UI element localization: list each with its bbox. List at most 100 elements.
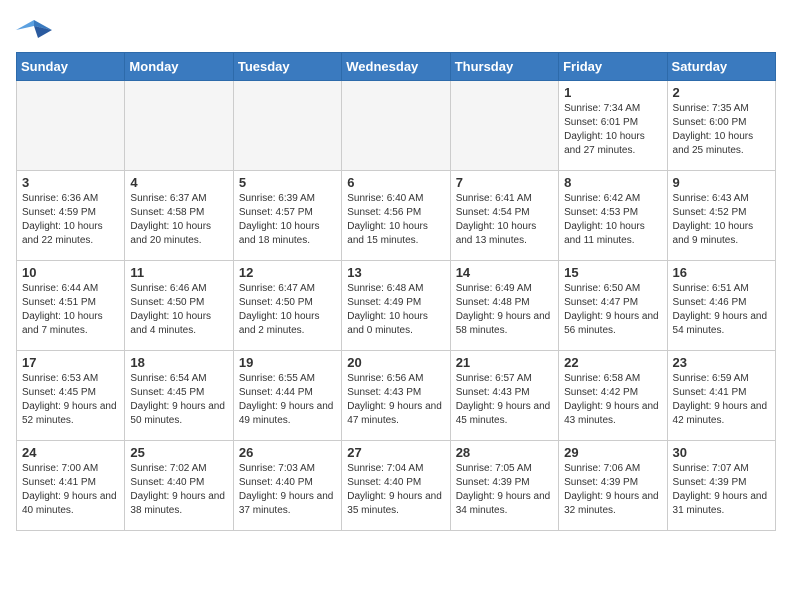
calendar-cell: 8 Sunrise: 6:42 AM Sunset: 4:53 PM Daylig…	[559, 171, 667, 261]
day-number: 29	[564, 445, 661, 460]
day-info: Sunrise: 6:41 AM Sunset: 4:54 PM Dayligh…	[456, 192, 553, 248]
calendar-week-row: 10Sunrise: 6:44 AM Sunset: 4:51 PM Dayli…	[17, 261, 776, 351]
calendar-header-monday: Monday	[125, 53, 233, 81]
calendar-cell: 24 Sunrise: 7:00 AM Sunset: 4:41 PM Dayli…	[17, 441, 125, 531]
day-number: 5	[239, 175, 336, 190]
day-number: 17	[22, 355, 119, 370]
day-number: 9	[673, 175, 770, 190]
calendar-week-row: 24 Sunrise: 7:00 AM Sunset: 4:41 PM Dayli…	[17, 441, 776, 531]
day-number: 13	[347, 265, 444, 280]
day-info: Sunrise: 7:02 AM Sunset: 4:40 PM Dayligh…	[130, 462, 227, 518]
calendar-header-friday: Friday	[559, 53, 667, 81]
day-number: 14	[456, 265, 553, 280]
day-number: 12	[239, 265, 336, 280]
day-number: 27	[347, 445, 444, 460]
calendar-cell: 27 Sunrise: 7:04 AM Sunset: 4:40 PM Dayli…	[342, 441, 450, 531]
day-info: Sunrise: 6:51 AM Sunset: 4:46 PM Dayligh…	[673, 282, 770, 338]
calendar-cell: 25 Sunrise: 7:02 AM Sunset: 4:40 PM Dayli…	[125, 441, 233, 531]
day-number: 24	[22, 445, 119, 460]
calendar-cell: 1 Sunrise: 7:34 AM Sunset: 6:01 PM Daylig…	[559, 81, 667, 171]
calendar-week-row: 1 Sunrise: 7:34 AM Sunset: 6:01 PM Daylig…	[17, 81, 776, 171]
logo	[16, 16, 56, 44]
calendar-cell: 16 Sunrise: 6:51 AM Sunset: 4:46 PM Dayli…	[667, 261, 775, 351]
calendar-cell: 19 Sunrise: 6:55 AM Sunset: 4:44 PM Dayli…	[233, 351, 341, 441]
day-info: Sunrise: 7:07 AM Sunset: 4:39 PM Dayligh…	[673, 462, 770, 518]
calendar-cell: 18 Sunrise: 6:54 AM Sunset: 4:45 PM Dayli…	[125, 351, 233, 441]
calendar-cell: 6 Sunrise: 6:40 AM Sunset: 4:56 PM Daylig…	[342, 171, 450, 261]
day-number: 22	[564, 355, 661, 370]
day-info: Sunrise: 6:59 AM Sunset: 4:41 PM Dayligh…	[673, 372, 770, 428]
day-info: Sunrise: 7:03 AM Sunset: 4:40 PM Dayligh…	[239, 462, 336, 518]
day-info: Sunrise: 6:37 AM Sunset: 4:58 PM Dayligh…	[130, 192, 227, 248]
calendar-cell: 14 Sunrise: 6:49 AM Sunset: 4:48 PM Dayli…	[450, 261, 558, 351]
day-number: 11	[130, 265, 227, 280]
day-info: Sunrise: 6:44 AM Sunset: 4:51 PM Dayligh…	[22, 282, 119, 338]
calendar-cell: 26 Sunrise: 7:03 AM Sunset: 4:40 PM Dayli…	[233, 441, 341, 531]
day-info: Sunrise: 6:57 AM Sunset: 4:43 PM Dayligh…	[456, 372, 553, 428]
calendar-header-row: SundayMondayTuesdayWednesdayThursdayFrid…	[17, 53, 776, 81]
calendar-cell: 12Sunrise: 6:47 AM Sunset: 4:50 PM Dayli…	[233, 261, 341, 351]
day-number: 18	[130, 355, 227, 370]
calendar-cell: 17 Sunrise: 6:53 AM Sunset: 4:45 PM Dayli…	[17, 351, 125, 441]
day-info: Sunrise: 6:42 AM Sunset: 4:53 PM Dayligh…	[564, 192, 661, 248]
calendar-header-sunday: Sunday	[17, 53, 125, 81]
day-info: Sunrise: 6:56 AM Sunset: 4:43 PM Dayligh…	[347, 372, 444, 428]
day-number: 3	[22, 175, 119, 190]
day-info: Sunrise: 7:06 AM Sunset: 4:39 PM Dayligh…	[564, 462, 661, 518]
header	[16, 16, 776, 44]
day-number: 4	[130, 175, 227, 190]
day-info: Sunrise: 6:48 AM Sunset: 4:49 PM Dayligh…	[347, 282, 444, 338]
calendar-header-wednesday: Wednesday	[342, 53, 450, 81]
day-info: Sunrise: 6:43 AM Sunset: 4:52 PM Dayligh…	[673, 192, 770, 248]
calendar-header-saturday: Saturday	[667, 53, 775, 81]
day-number: 28	[456, 445, 553, 460]
calendar-header-thursday: Thursday	[450, 53, 558, 81]
day-number: 15	[564, 265, 661, 280]
calendar-cell: 10Sunrise: 6:44 AM Sunset: 4:51 PM Dayli…	[17, 261, 125, 351]
calendar-header-tuesday: Tuesday	[233, 53, 341, 81]
calendar-cell: 30 Sunrise: 7:07 AM Sunset: 4:39 PM Dayli…	[667, 441, 775, 531]
day-info: Sunrise: 7:05 AM Sunset: 4:39 PM Dayligh…	[456, 462, 553, 518]
day-number: 19	[239, 355, 336, 370]
calendar-week-row: 17 Sunrise: 6:53 AM Sunset: 4:45 PM Dayli…	[17, 351, 776, 441]
day-info: Sunrise: 7:04 AM Sunset: 4:40 PM Dayligh…	[347, 462, 444, 518]
day-number: 16	[673, 265, 770, 280]
calendar-table: SundayMondayTuesdayWednesdayThursdayFrid…	[16, 52, 776, 531]
calendar-cell: 4 Sunrise: 6:37 AM Sunset: 4:58 PM Daylig…	[125, 171, 233, 261]
calendar-cell	[450, 81, 558, 171]
day-number: 20	[347, 355, 444, 370]
day-info: Sunrise: 6:50 AM Sunset: 4:47 PM Dayligh…	[564, 282, 661, 338]
calendar-cell: 23Sunrise: 6:59 AM Sunset: 4:41 PM Dayli…	[667, 351, 775, 441]
day-info: Sunrise: 6:40 AM Sunset: 4:56 PM Dayligh…	[347, 192, 444, 248]
day-info: Sunrise: 7:34 AM Sunset: 6:01 PM Dayligh…	[564, 102, 661, 158]
calendar-cell: 21 Sunrise: 6:57 AM Sunset: 4:43 PM Dayli…	[450, 351, 558, 441]
day-info: Sunrise: 6:58 AM Sunset: 4:42 PM Dayligh…	[564, 372, 661, 428]
day-info: Sunrise: 6:36 AM Sunset: 4:59 PM Dayligh…	[22, 192, 119, 248]
day-number: 8	[564, 175, 661, 190]
calendar-cell: 3 Sunrise: 6:36 AM Sunset: 4:59 PM Daylig…	[17, 171, 125, 261]
day-info: Sunrise: 6:55 AM Sunset: 4:44 PM Dayligh…	[239, 372, 336, 428]
calendar-cell: 29 Sunrise: 7:06 AM Sunset: 4:39 PM Dayli…	[559, 441, 667, 531]
calendar-cell: 11Sunrise: 6:46 AM Sunset: 4:50 PM Dayli…	[125, 261, 233, 351]
day-number: 30	[673, 445, 770, 460]
calendar-cell	[125, 81, 233, 171]
calendar-cell: 7Sunrise: 6:41 AM Sunset: 4:54 PM Daylig…	[450, 171, 558, 261]
day-number: 6	[347, 175, 444, 190]
day-number: 2	[673, 85, 770, 100]
day-number: 21	[456, 355, 553, 370]
calendar-cell: 13 Sunrise: 6:48 AM Sunset: 4:49 PM Dayli…	[342, 261, 450, 351]
day-info: Sunrise: 6:53 AM Sunset: 4:45 PM Dayligh…	[22, 372, 119, 428]
day-info: Sunrise: 6:54 AM Sunset: 4:45 PM Dayligh…	[130, 372, 227, 428]
day-number: 25	[130, 445, 227, 460]
calendar-cell: 22 Sunrise: 6:58 AM Sunset: 4:42 PM Dayli…	[559, 351, 667, 441]
calendar-cell	[342, 81, 450, 171]
day-number: 26	[239, 445, 336, 460]
calendar-cell	[17, 81, 125, 171]
day-info: Sunrise: 7:00 AM Sunset: 4:41 PM Dayligh…	[22, 462, 119, 518]
logo-bird-icon	[16, 16, 52, 44]
calendar-cell: 15 Sunrise: 6:50 AM Sunset: 4:47 PM Dayli…	[559, 261, 667, 351]
day-number: 1	[564, 85, 661, 100]
calendar-cell: 9 Sunrise: 6:43 AM Sunset: 4:52 PM Daylig…	[667, 171, 775, 261]
day-info: Sunrise: 6:49 AM Sunset: 4:48 PM Dayligh…	[456, 282, 553, 338]
calendar-cell	[233, 81, 341, 171]
